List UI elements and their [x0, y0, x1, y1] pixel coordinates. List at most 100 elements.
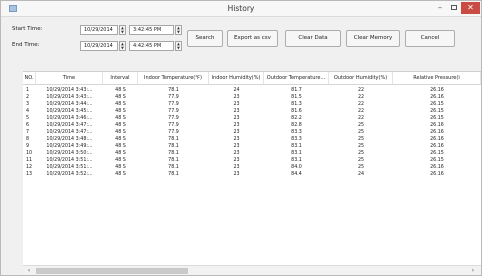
table-row[interactable]: 6 10/29/2014 3:47:... 48 S 77.9 23 82.8 25 26.1… [23, 122, 481, 129]
table-cell: 78.1 [168, 88, 179, 93]
end-date-spinner[interactable]: ▲ ▼ [119, 41, 126, 51]
table-cell: 84.0 [291, 165, 302, 170]
table-row[interactable]: 1 10/29/2014 3:43:... 48 S 78.1 24 81.7 22 26.1… [23, 87, 481, 94]
column-header[interactable]: Outdoor Humidity(%) [329, 72, 393, 85]
table-cell: 23 [233, 158, 240, 163]
table-row[interactable]: 12 10/29/2014 3:51:... 48 S 78.1 23 84.0 25 26.… [23, 164, 481, 171]
start-date-field[interactable]: 10/29/2014 [80, 25, 118, 35]
table-cell: 84.4 [291, 172, 302, 177]
table-cell: 26.15 [430, 158, 444, 163]
table-cell: 23 [233, 102, 240, 107]
column-header[interactable]: Indoor Humidity(%) [209, 72, 264, 85]
table-cell: 22 [357, 95, 365, 100]
chevron-left-icon[interactable]: ‹ [25, 267, 33, 275]
spin-down-icon: ▼ [177, 30, 180, 34]
title-bar: History – ✕ [1, 1, 481, 17]
table-cell: 24 [357, 172, 365, 177]
table-cell: 77.9 [168, 109, 179, 114]
table-cell: 26.15 [430, 116, 444, 121]
table-cell: 9 [26, 144, 30, 149]
table-cell: 23 [233, 109, 240, 114]
history-window: History – ✕ Start Time: End Time: 10/29/… [0, 0, 482, 276]
horizontal-scrollbar[interactable]: ‹ › [23, 265, 481, 275]
maximize-button[interactable] [447, 2, 461, 14]
table-cell: 24 [233, 88, 240, 93]
clear-memory-button[interactable]: Clear Memory [346, 30, 400, 47]
column-header[interactable]: Outdoor Temperature... [264, 72, 329, 85]
column-header[interactable]: Time [36, 72, 103, 85]
spin-down-icon: ▼ [121, 46, 124, 50]
start-date-spinner[interactable]: ▲ ▼ [119, 25, 126, 35]
table-row[interactable]: 8 10/29/2014 3:48:... 48 S 78.1 23 83.3 25 26.1… [23, 136, 481, 143]
table-cell: 48 S [115, 151, 126, 156]
table-cell: 48 S [115, 109, 126, 114]
table-cell: 10/29/2014 3:46:... [46, 116, 93, 121]
table-cell: 10/29/2014 3:50:... [46, 151, 93, 156]
column-header[interactable]: NO. [23, 72, 36, 85]
table-cell: 25 [357, 144, 365, 149]
table-cell: 78.1 [168, 158, 179, 163]
table-cell: 77.9 [168, 116, 179, 121]
close-button[interactable]: ✕ [461, 2, 480, 14]
table-cell: 26.16 [430, 144, 444, 149]
table-row[interactable]: 9 10/29/2014 3:49:... 48 S 78.1 23 83.1 25 26.1… [23, 143, 481, 150]
table-cell: 10/29/2014 3:48:... [46, 137, 93, 142]
start-time-field[interactable]: 3:42:45 PM [129, 25, 174, 35]
clear-data-button[interactable]: Clear Data [285, 30, 341, 47]
cancel-button[interactable]: Cancel [405, 30, 455, 47]
column-header[interactable]: Interval [103, 72, 138, 85]
search-button[interactable]: Search [187, 30, 223, 47]
table-cell: 26.16 [430, 95, 444, 100]
table-cell: 23 [233, 165, 240, 170]
table-cell: 81.3 [291, 102, 302, 107]
table-cell: 78.1 [168, 172, 179, 177]
start-time-spinner[interactable]: ▲ ▼ [175, 25, 182, 35]
table-cell: 77.9 [168, 95, 179, 100]
table-row[interactable]: 4 10/29/2014 3:45:... 48 S 77.9 23 81.6 22 26.1… [23, 108, 481, 115]
table-cell: 78.1 [168, 144, 179, 149]
table-row[interactable]: 11 10/29/2014 3:51:... 48 S 78.1 23 83.1 25 26.… [23, 157, 481, 164]
table-cell: 25 [357, 130, 365, 135]
table-cell: 78.1 [168, 165, 179, 170]
spin-down-icon: ▼ [177, 46, 180, 50]
table-cell: 23 [233, 151, 240, 156]
table-row[interactable]: 7 10/29/2014 3:47:... 48 S 77.9 23 83.3 25 26.1… [23, 129, 481, 136]
table-cell: 12 [26, 165, 33, 170]
history-table[interactable]: NO. Time Interval Indoor Temperature(℉) Indo… [23, 71, 481, 265]
table-cell: 83.1 [291, 158, 302, 163]
table-cell: 48 S [115, 123, 126, 128]
table-cell: 83.1 [291, 151, 302, 156]
end-date-field[interactable]: 10/29/2014 [80, 41, 118, 51]
maximize-icon [451, 5, 457, 10]
column-header[interactable]: Relative Pressure(i [393, 72, 481, 85]
table-row[interactable]: 2 10/29/2014 3:43:... 48 S 77.9 23 81.5 22 26.1… [23, 94, 481, 101]
end-time-field[interactable]: 4:42:45 PM [129, 41, 174, 51]
table-cell: 23 [233, 144, 240, 149]
table-cell: 48 S [115, 88, 126, 93]
table-cell: 78.1 [168, 137, 179, 142]
chevron-right-icon[interactable]: › [469, 267, 477, 275]
table-row[interactable]: 13 10/29/2014 3:52:... 48 S 78.1 23 84.4 24 26.… [23, 171, 481, 178]
close-icon: ✕ [467, 3, 474, 12]
table-row[interactable]: 10 10/29/2014 3:50:... 48 S 78.1 23 83.1 25 26.… [23, 150, 481, 157]
table-cell: 26.16 [430, 130, 444, 135]
table-cell: 10/29/2014 3:45:... [46, 109, 93, 114]
table-cell: 81.7 [291, 88, 302, 93]
table-cell: 1 [26, 88, 30, 93]
table-cell: 77.9 [168, 102, 179, 107]
table-cell: 83.1 [291, 144, 302, 149]
export-csv-button[interactable]: Export as csv [227, 30, 278, 47]
table-cell: 25 [357, 165, 365, 170]
scrollbar-thumb[interactable] [36, 268, 188, 274]
table-cell: 22 [357, 116, 365, 121]
table-cell: 10/29/2014 3:47:... [46, 130, 93, 135]
column-header[interactable]: Indoor Temperature(℉) [138, 72, 209, 85]
table-row[interactable]: 3 10/29/2014 3:44:... 48 S 77.9 23 81.3 22 26.1… [23, 101, 481, 108]
minimize-button[interactable]: – [433, 2, 447, 14]
end-time-spinner[interactable]: ▲ ▼ [175, 41, 182, 51]
table-row[interactable]: 5 10/29/2014 3:46:... 48 S 77.9 23 82.2 22 26.1… [23, 115, 481, 122]
start-time-label: Start Time: [12, 26, 43, 32]
table-cell: 5 [26, 116, 30, 121]
table-cell: 8 [26, 137, 30, 142]
spin-down-icon: ▼ [121, 30, 124, 34]
